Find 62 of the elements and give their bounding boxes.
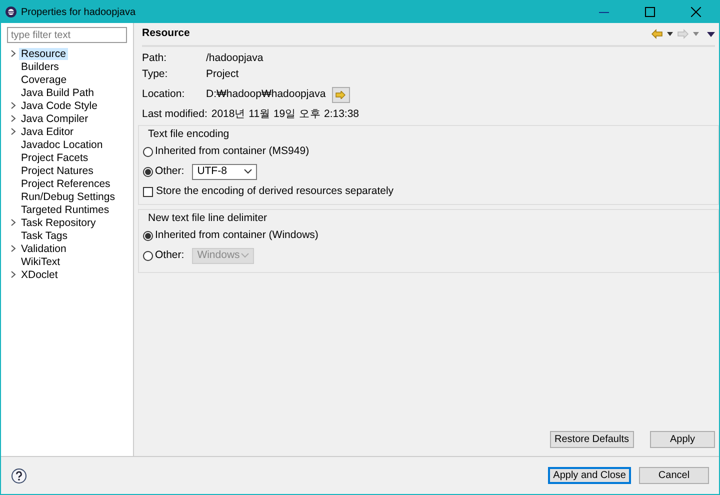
- tree-item[interactable]: Task Repository: [19, 216, 98, 229]
- checkbox-label[interactable]: Store the encoding of derived resources separately: [156, 184, 394, 200]
- expand-icon[interactable]: [10, 102, 16, 110]
- tree-item[interactable]: WikiText: [19, 256, 62, 268]
- maximize-icon[interactable]: [645, 7, 655, 17]
- tree-item[interactable]: Builders: [19, 60, 61, 73]
- expand-icon[interactable]: [10, 271, 16, 278]
- radio-label[interactable]: Inherited from container (Windows): [155, 228, 318, 244]
- tree-item[interactable]: Validation: [19, 242, 68, 255]
- tree-item[interactable]: Java Editor: [19, 126, 76, 138]
- arrow-icon: [334, 91, 347, 99]
- expand-icon[interactable]: [10, 50, 16, 58]
- radio-label[interactable]: Inherited from container (MS949): [155, 144, 310, 160]
- help-icon[interactable]: [11, 468, 27, 484]
- expand-icon[interactable]: [10, 115, 16, 122]
- radio-button[interactable]: [143, 146, 153, 157]
- page-button[interactable]: Restore Defaults: [550, 431, 634, 448]
- checkbox[interactable]: [143, 186, 153, 197]
- group-title: New text file line delimiter: [147, 210, 268, 226]
- tree-item[interactable]: Task Tags: [19, 230, 70, 242]
- radio-button[interactable]: [143, 230, 153, 240]
- app-icon: [5, 6, 17, 18]
- dropdown-icon[interactable]: [667, 32, 673, 36]
- field-label: Type:: [142, 67, 169, 82]
- field-value: Project: [206, 67, 239, 82]
- radio-button[interactable]: [143, 166, 153, 177]
- tree-item[interactable]: Project Facets: [19, 152, 90, 164]
- filter-field[interactable]: type filter text: [7, 27, 127, 43]
- field-label: Last modified:: [142, 107, 208, 122]
- page-button[interactable]: Apply: [650, 431, 715, 448]
- menu-icon[interactable]: [707, 32, 715, 36]
- back-icon[interactable]: [651, 29, 663, 39]
- tree-item[interactable]: Java Build Path: [19, 86, 96, 99]
- tree-item[interactable]: Javadoc Location: [19, 138, 105, 151]
- field-value: /hadoopjava: [206, 51, 264, 66]
- expand-icon[interactable]: [10, 128, 16, 136]
- expand-icon[interactable]: [10, 219, 16, 226]
- window-title: Properties for hadoopjava: [21, 6, 136, 20]
- radio-label[interactable]: Other:: [155, 164, 184, 180]
- tree-item[interactable]: Run/Debug Settings: [19, 190, 117, 203]
- tree-item[interactable]: Java Compiler: [19, 112, 90, 125]
- field-value: D:₩hadoop₩hadoopjava: [206, 87, 326, 102]
- tree-item[interactable]: Project Natures: [19, 164, 96, 177]
- tree-item[interactable]: Java Code Style: [19, 100, 100, 112]
- chevron-icon: [241, 253, 250, 258]
- tree-item[interactable]: Coverage: [19, 74, 69, 86]
- tree-item[interactable]: XDoclet: [19, 268, 60, 281]
- chevron-icon: [244, 169, 252, 174]
- group-title: Text file encoding: [147, 127, 230, 142]
- tree-item[interactable]: Project References: [19, 178, 112, 190]
- dropdown-field[interactable]: UTF-8: [192, 164, 258, 180]
- open-location-button[interactable]: [332, 87, 350, 103]
- dialog-button[interactable]: Apply and Close: [548, 467, 631, 484]
- field-label: Location:: [142, 87, 186, 102]
- expand-icon[interactable]: [10, 245, 16, 252]
- tree-item[interactable]: Targeted Runtimes: [19, 204, 112, 216]
- field-label: Path:: [142, 51, 168, 66]
- dialog-button[interactable]: Cancel: [639, 467, 709, 484]
- page-title: Resource: [142, 26, 190, 42]
- close-icon[interactable]: [691, 7, 701, 17]
- tree-item[interactable]: Resource: [19, 48, 68, 60]
- field-value: 2018년 11월 19일 오후 2:13:38: [211, 107, 360, 122]
